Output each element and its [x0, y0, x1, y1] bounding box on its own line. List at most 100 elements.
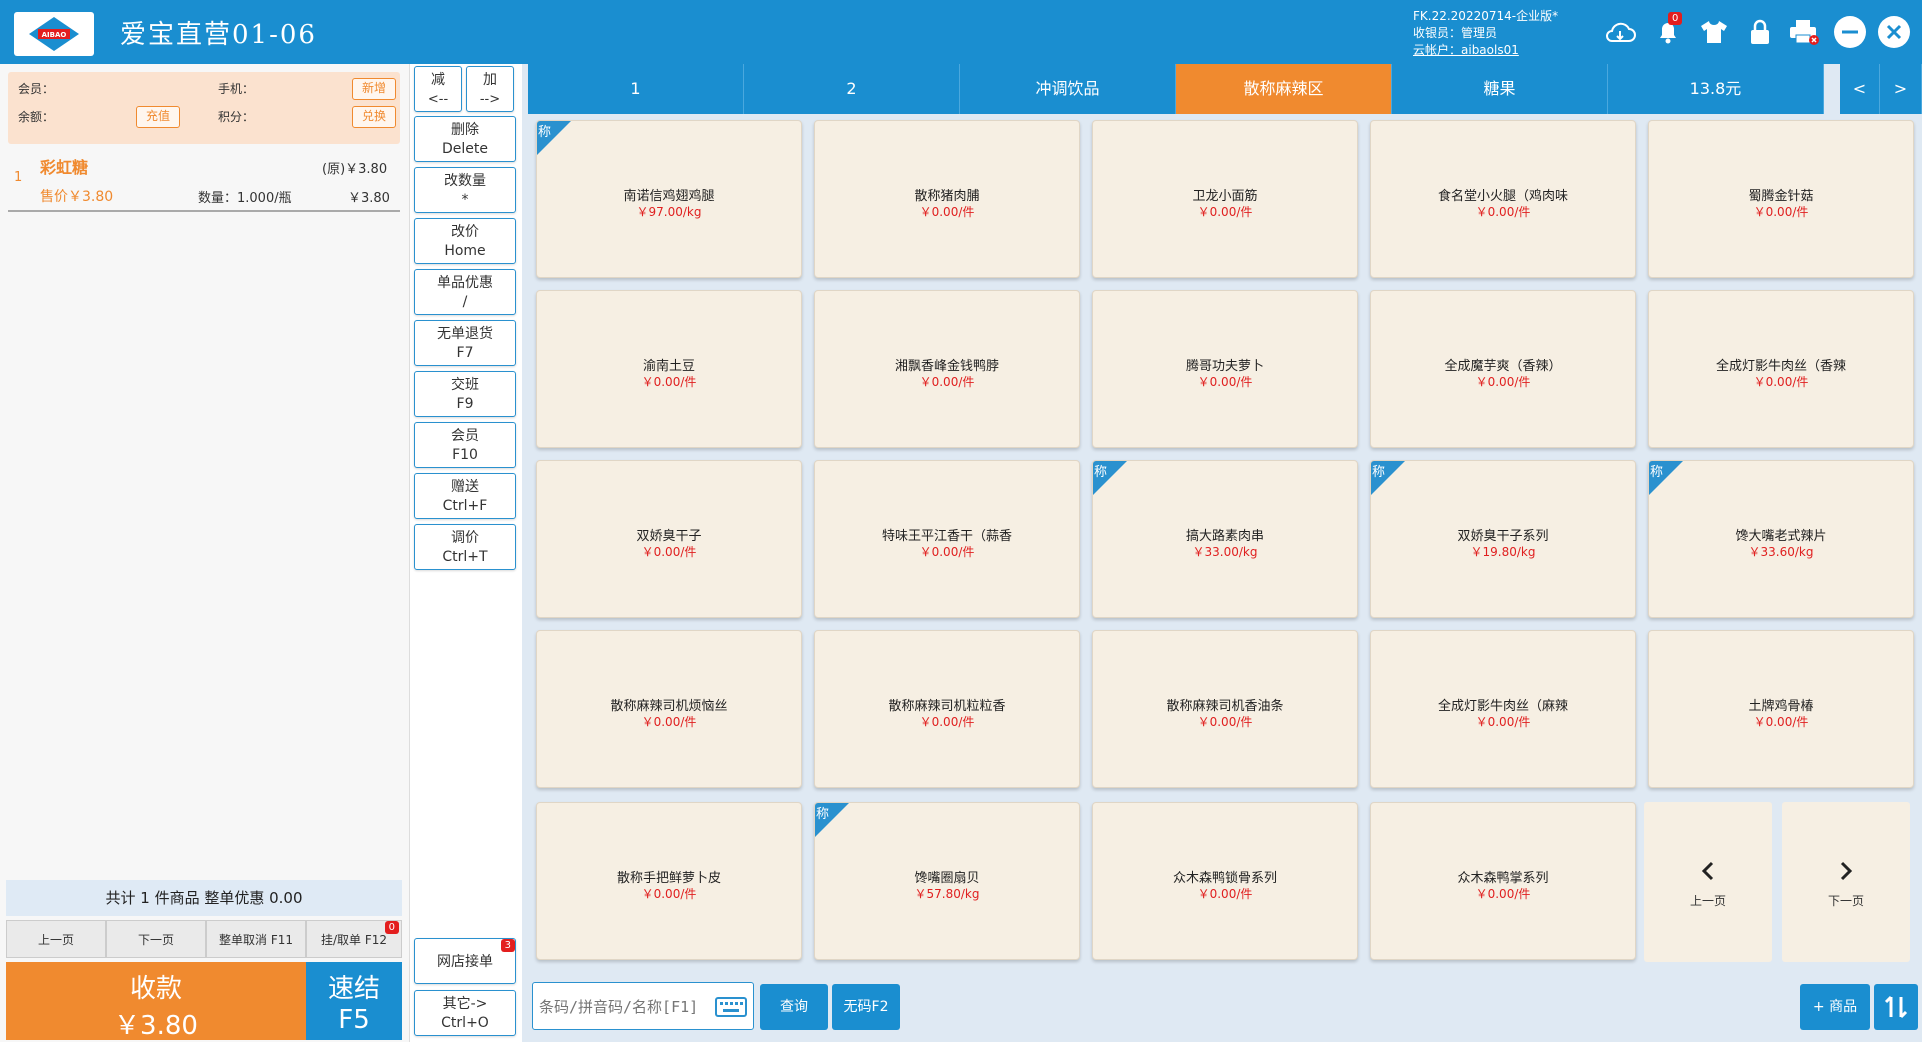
product-card[interactable]: 食名堂小火腿（鸡肉味 ￥0.00/件: [1370, 120, 1636, 278]
function-button[interactable]: 单品优惠 /: [414, 269, 516, 315]
function-button-key: *: [461, 192, 469, 208]
minimize-icon[interactable]: [1832, 14, 1868, 50]
product-card[interactable]: 散称麻辣司机粒粒香 ￥0.00/件: [814, 630, 1080, 788]
printer-icon[interactable]: [1786, 14, 1822, 50]
function-button[interactable]: 会员 F10: [414, 422, 516, 468]
function-button[interactable]: 改数量 *: [414, 167, 516, 213]
weighed-tag-label: 称: [1372, 465, 1386, 480]
category-tab[interactable]: 散称麻辣区: [1176, 64, 1392, 114]
category-tab[interactable]: 13.8元: [1608, 64, 1824, 114]
qty-minus-key: <--: [427, 92, 449, 107]
phone-label: 手机：: [218, 82, 255, 96]
product-card[interactable]: 双娇臭干子 ￥0.00/件: [536, 460, 802, 618]
bell-icon[interactable]: 0: [1650, 12, 1686, 50]
product-name: 众木森鸭掌系列: [1457, 871, 1549, 886]
product-card[interactable]: 散称麻辣司机烦恼丝 ￥0.00/件: [536, 630, 802, 788]
qty-plus-button[interactable]: 加 -->: [466, 66, 514, 112]
product-card[interactable]: 卫龙小面筋 ￥0.00/件: [1092, 120, 1358, 278]
weighed-tag: 称: [1371, 461, 1405, 495]
product-name: 馋嘴圈扇贝: [914, 871, 980, 886]
product-card[interactable]: 散称麻辣司机香油条 ￥0.00/件: [1092, 630, 1358, 788]
product-card[interactable]: 土牌鸡骨椿 ￥0.00/件: [1648, 630, 1914, 788]
product-price: ￥0.00/件: [641, 375, 697, 389]
weighed-tag: 称: [1093, 461, 1127, 495]
product-card[interactable]: 特味王平江香干（蒜香 ￥0.00/件: [814, 460, 1080, 618]
weighed-tag-label: 称: [1094, 465, 1108, 480]
cloud-sync-icon[interactable]: [1602, 14, 1638, 50]
product-price: ￥0.00/件: [1475, 887, 1531, 901]
product-card[interactable]: 称南诺信鸡翅鸡腿 ￥97.00/kg: [536, 120, 802, 278]
qty-minus-label: 减: [431, 72, 445, 88]
product-card[interactable]: 散称猪肉脯 ￥0.00/件: [814, 120, 1080, 278]
grid-next-page-button[interactable]: 下一页: [1782, 802, 1910, 962]
recharge-button[interactable]: 充值: [136, 106, 180, 128]
cart-row-sale-price: 售价￥3.80: [40, 189, 114, 205]
product-card[interactable]: 腾哥功夫萝卜 ￥0.00/件: [1092, 290, 1358, 448]
product-name: 双娇臭干子: [636, 529, 702, 544]
qty-minus-button[interactable]: 减 <--: [414, 66, 462, 112]
tab-next-button[interactable]: >: [1880, 64, 1922, 114]
close-icon[interactable]: [1876, 14, 1912, 50]
function-button[interactable]: 无单退货 F7: [414, 320, 516, 366]
function-button[interactable]: 改价 Home: [414, 218, 516, 264]
quick-checkout-button[interactable]: 速结 F5: [306, 962, 402, 1040]
product-price: ￥57.80/kg: [914, 887, 980, 901]
tshirt-icon[interactable]: [1696, 14, 1732, 50]
cart-row[interactable]: 1 彩虹糖 (原)￥3.80 售价￥3.80 数量：1.000/瓶 ￥3.80: [8, 150, 400, 212]
function-button-key: Delete: [442, 141, 488, 157]
grid-prev-page-button[interactable]: 上一页: [1644, 802, 1772, 962]
product-card[interactable]: 渝南土豆 ￥0.00/件: [536, 290, 802, 448]
query-button[interactable]: 查询: [760, 984, 828, 1030]
product-card[interactable]: 众木森鸭锁骨系列 ￥0.00/件: [1092, 802, 1358, 960]
checkout-button[interactable]: 收款 ￥3.80: [6, 962, 306, 1041]
hold-order-button[interactable]: 挂/取单 F12 0: [306, 920, 402, 958]
cart-row-qty: 数量：1.000/瓶: [198, 191, 292, 206]
tab-prev-button[interactable]: <: [1840, 64, 1880, 114]
product-card[interactable]: 称馋嘴圈扇贝 ￥57.80/kg: [814, 802, 1080, 960]
function-button[interactable]: 调价 Ctrl+T: [414, 524, 516, 570]
product-name: 渝南土豆: [642, 359, 695, 374]
category-tab[interactable]: 2: [744, 64, 960, 114]
product-price: ￥0.00/件: [1753, 715, 1809, 729]
product-card[interactable]: 称搞大路素肉串 ￥33.00/kg: [1092, 460, 1358, 618]
product-card[interactable]: 湘飘香峰金钱鸭脖 ￥0.00/件: [814, 290, 1080, 448]
lock-icon[interactable]: [1742, 14, 1778, 50]
weighed-tag-label: 称: [538, 125, 552, 140]
product-price: ￥0.00/件: [1197, 205, 1253, 219]
product-card[interactable]: 蜀腾金针菇 ￥0.00/件: [1648, 120, 1914, 278]
keyboard-icon[interactable]: [715, 997, 747, 1017]
product-price: ￥0.00/件: [919, 375, 975, 389]
chevron-left-icon: [1701, 861, 1714, 881]
category-tab[interactable]: 冲调饮品: [960, 64, 1176, 114]
product-card[interactable]: 称双娇臭干子系列 ￥19.80/kg: [1370, 460, 1636, 618]
other-functions-button[interactable]: 其它-> Ctrl+O: [414, 990, 516, 1036]
product-card[interactable]: 全成灯影牛肉丝（香辣 ￥0.00/件: [1648, 290, 1914, 448]
product-card[interactable]: 全成灯影牛肉丝（麻辣 ￥0.00/件: [1370, 630, 1636, 788]
product-card[interactable]: 全成魔芋爽（香辣） ￥0.00/件: [1370, 290, 1636, 448]
product-name: 众木森鸭锁骨系列: [1172, 871, 1277, 886]
sort-toggle-button[interactable]: [1874, 984, 1918, 1030]
search-input[interactable]: [537, 993, 713, 1021]
product-card[interactable]: 众木森鸭掌系列 ￥0.00/件: [1370, 802, 1636, 960]
member-label: 会员：: [18, 82, 55, 96]
weighed-tag-label: 称: [816, 807, 830, 822]
function-button[interactable]: 赠送 Ctrl+F: [414, 473, 516, 519]
product-name: 全成灯影牛肉丝（麻辣: [1437, 699, 1568, 714]
online-order-button[interactable]: 网店接单 3: [414, 938, 516, 984]
category-tab[interactable]: 糖果: [1392, 64, 1608, 114]
cloud-account-link[interactable]: 云帐户：aibaols01: [1413, 42, 1558, 59]
no-barcode-button[interactable]: 无码F2: [832, 984, 900, 1030]
function-button[interactable]: 交班 F9: [414, 371, 516, 417]
quick-checkout-key: F5: [338, 1005, 370, 1035]
cart-next-page-button[interactable]: 下一页: [106, 920, 206, 958]
cancel-order-button[interactable]: 整单取消 F11: [206, 920, 306, 958]
product-card[interactable]: 称馋大嘴老式辣片 ￥33.60/kg: [1648, 460, 1914, 618]
cart-row-name: 彩虹糖: [40, 158, 89, 177]
cart-prev-page-button[interactable]: 上一页: [6, 920, 106, 958]
function-button[interactable]: 删除 Delete: [414, 116, 516, 162]
product-card[interactable]: 散称手把鲜萝卜皮 ￥0.00/件: [536, 802, 802, 960]
redeem-button[interactable]: 兑换: [352, 106, 396, 128]
add-goods-button[interactable]: + 商品: [1800, 984, 1870, 1030]
category-tab[interactable]: 1: [528, 64, 744, 114]
new-member-button[interactable]: 新增: [352, 78, 396, 100]
